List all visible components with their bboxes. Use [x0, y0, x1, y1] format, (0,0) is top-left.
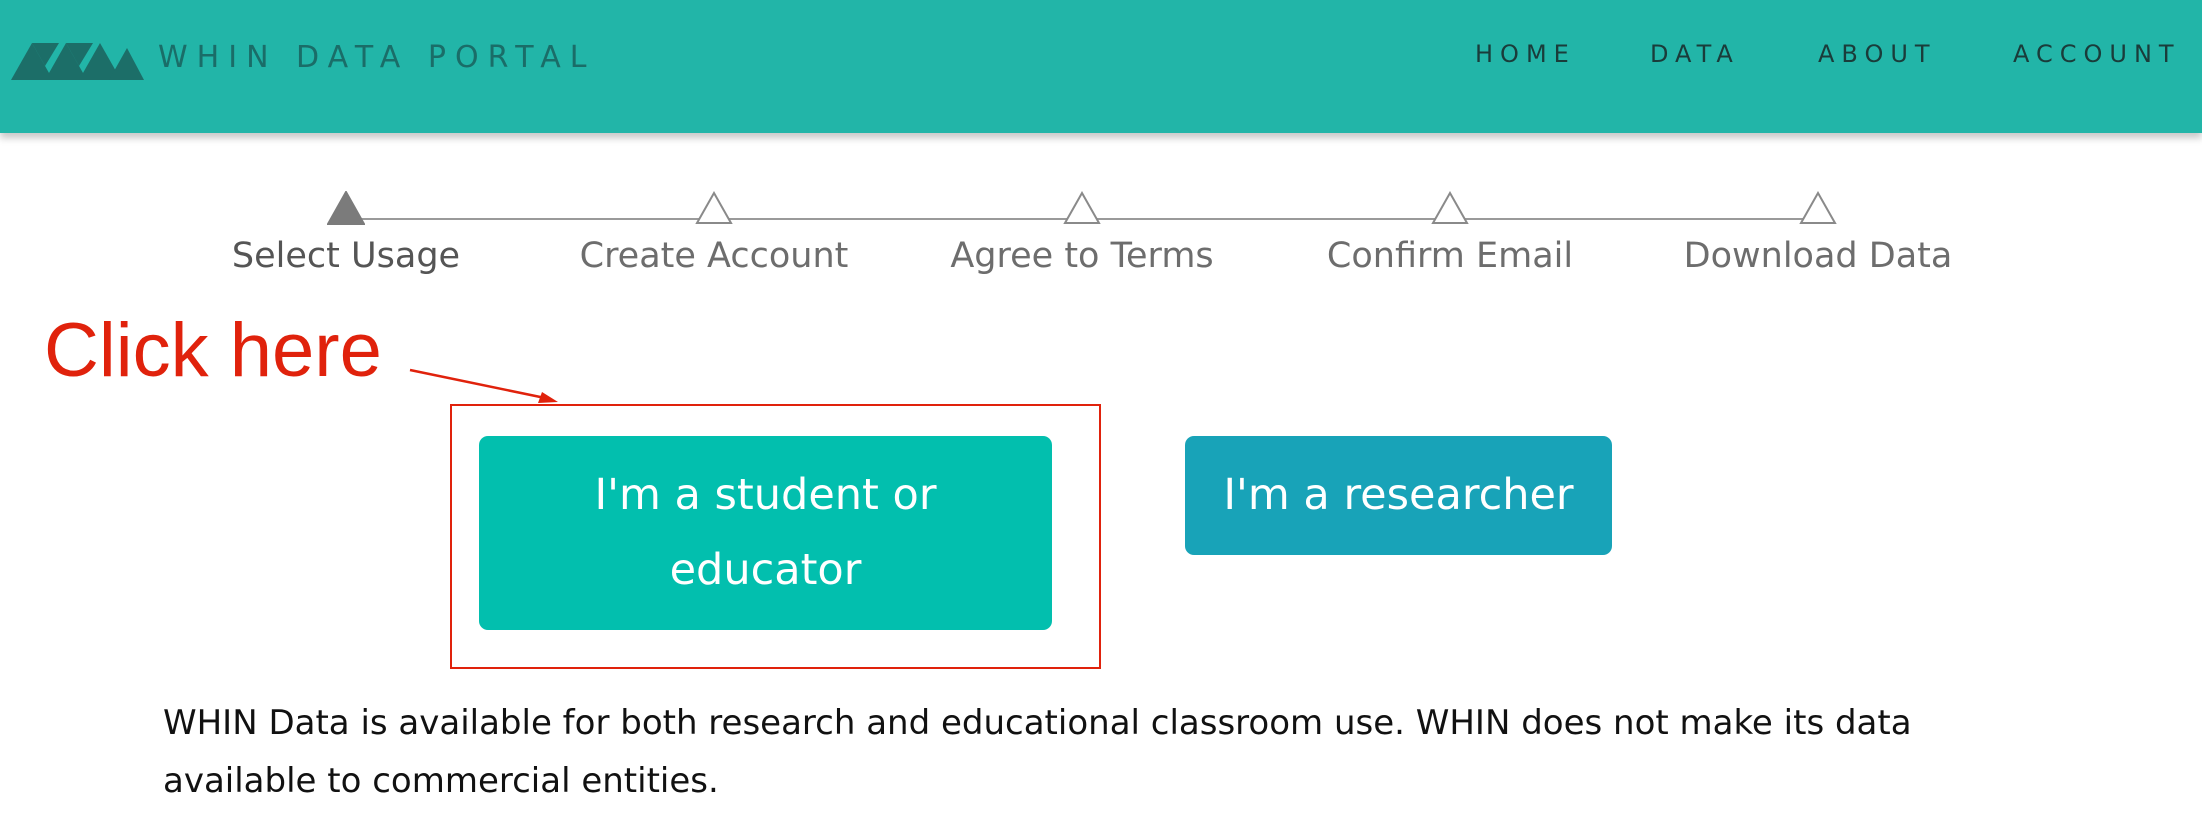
annotation-label: Click here — [44, 308, 382, 393]
filled-triangle-icon — [327, 191, 365, 225]
nav-account[interactable]: ACCOUNT — [2013, 36, 2181, 72]
triangle-mountains-icon[interactable] — [11, 38, 144, 80]
outline-triangle-icon — [695, 191, 733, 224]
outline-triangle-icon — [1431, 191, 1469, 224]
usage-description: WHIN Data is available for both research… — [163, 703, 1912, 801]
step-label-agree-to-terms: Agree to Terms — [950, 236, 1214, 276]
outline-triangle-icon — [1799, 191, 1837, 224]
student-educator-button[interactable]: I'm a student or educator — [479, 436, 1052, 630]
nav-about[interactable]: ABOUT — [1818, 36, 1937, 72]
step-label-create-account: Create Account — [579, 236, 849, 276]
brand-title[interactable]: WHIN DATA PORTAL — [158, 38, 595, 78]
nav-data[interactable]: DATA — [1650, 36, 1740, 72]
step-label-select-usage: Select Usage — [231, 236, 461, 276]
researcher-button[interactable]: I'm a researcher — [1185, 436, 1612, 555]
outline-triangle-icon — [1063, 191, 1101, 224]
nav-home[interactable]: HOME — [1475, 36, 1576, 72]
step-label-download-data: Download Data — [1683, 236, 1953, 276]
top-header: WHIN DATA PORTAL HOME DATA ABOUT ACCOUNT — [0, 0, 2202, 133]
annotation-arrow-icon — [409, 368, 558, 403]
step-label-confirm-email: Confirm Email — [1326, 236, 1574, 276]
